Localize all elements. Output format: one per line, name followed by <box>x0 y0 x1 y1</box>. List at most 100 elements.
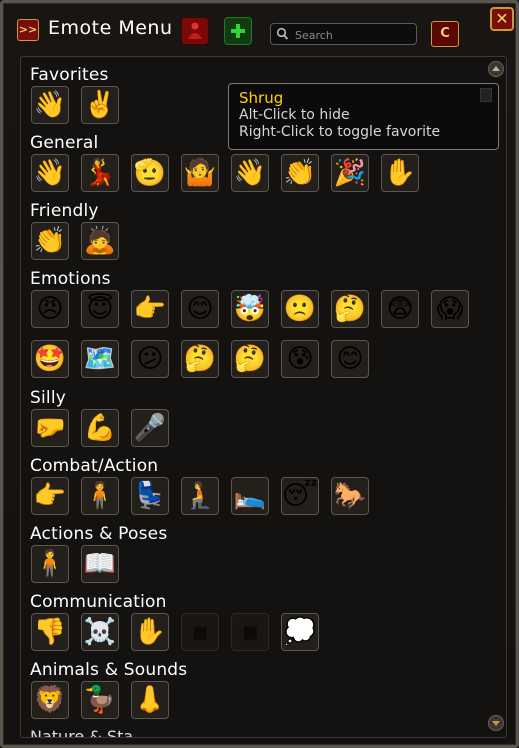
dark-placeholder-icon-emote-button[interactable]: ▪ <box>231 613 269 651</box>
star-struck-emote-button[interactable]: 🤩 <box>31 340 69 378</box>
thinking-face-emoji-icon: 🤔 <box>333 294 367 324</box>
angry-face-emoji-icon: 😠 <box>36 294 64 324</box>
emote-tooltip: Shrug Alt-Click to hide Right-Click to t… <box>228 83 499 150</box>
clapping-hands-emote-button[interactable]: 👏 <box>31 222 69 260</box>
fearful-face-emoji-icon: 😨 <box>386 294 414 324</box>
nose-emote-button[interactable]: 👃 <box>131 681 169 719</box>
tooltip-title: Shrug <box>239 89 284 107</box>
search-box[interactable] <box>270 23 417 45</box>
thumbs-down-emote-button[interactable]: 👎 <box>31 613 69 651</box>
pointing-hand-emote-button[interactable]: 👉 <box>31 477 69 515</box>
seat-emoji-icon: 💺 <box>133 481 167 511</box>
section-title: Silly <box>30 388 67 408</box>
tooltip-line: Right-Click to toggle favorite <box>239 124 441 140</box>
person-standing-emoji-icon: 🧍 <box>33 549 67 579</box>
woman-dancing-emote-button[interactable]: 💃 <box>81 154 119 192</box>
party-popper-emoji-icon: 🎉 <box>333 158 367 188</box>
c-button[interactable]: C <box>431 21 459 47</box>
raised-hand-emoji-icon: ✋ <box>133 617 167 647</box>
bowing-emoji-icon: 🙇 <box>83 226 117 256</box>
horse-emote-button[interactable]: 🐎 <box>331 477 369 515</box>
person-kneeling-emote-button[interactable]: 🧎 <box>181 477 219 515</box>
plus-icon <box>231 24 245 38</box>
waving-hand-emoji-icon: 👋 <box>233 158 267 188</box>
pointing-hand-emote-button[interactable]: 👉 <box>131 290 169 328</box>
section-title: Actions & Poses <box>30 524 168 544</box>
blushing-face-emoji-icon: 😊 <box>336 344 364 374</box>
lion-emote-button[interactable]: 🦁 <box>31 681 69 719</box>
frowning-face-emote-button[interactable]: 🙁 <box>281 290 319 328</box>
saluting-face-emote-button[interactable]: 🫡 <box>131 154 169 192</box>
woman-dancing-emoji-icon: 💃 <box>83 158 117 188</box>
thinking-face-emote-button[interactable]: 🤔 <box>331 290 369 328</box>
close-button[interactable]: ✕ <box>490 7 514 31</box>
menu-toggle-button[interactable]: >> <box>17 19 39 41</box>
scroll-up-button[interactable] <box>488 61 504 77</box>
close-icon: ✕ <box>495 9 509 28</box>
seat-emote-button[interactable]: 💺 <box>131 477 169 515</box>
tooltip-corner <box>480 88 492 102</box>
saluting-face-emoji-icon: 🫡 <box>133 158 167 188</box>
raised-hand-emote-button[interactable]: ✋ <box>131 613 169 651</box>
bowing-emote-button[interactable]: 🙇 <box>81 222 119 260</box>
fist-emote-button[interactable]: 🤛 <box>31 409 69 447</box>
random-emote-button[interactable] <box>181 17 209 45</box>
smiling-face-emote-button[interactable]: 😊 <box>181 290 219 328</box>
dark-placeholder-icon-emote-button[interactable]: ▪ <box>181 613 219 651</box>
halo-face-emote-button[interactable]: 😇 <box>81 290 119 328</box>
confused-face-emote-button[interactable]: 😕 <box>131 340 169 378</box>
world-map-emote-button[interactable]: 🗺️ <box>81 340 119 378</box>
microphone-emoji-icon: 🎤 <box>133 413 167 443</box>
waving-hand-emote-button[interactable]: 👋 <box>31 154 69 192</box>
scroll-down-button[interactable] <box>488 715 504 731</box>
skull-crossbones-emote-button[interactable]: ☠️ <box>81 613 119 651</box>
emote-list-panel[interactable]: Nature & Sta Favorites 👋 ✌️ General 👋 💃 🫡 🤷 👋 👏 🎉 ✋… <box>20 56 507 738</box>
horse-emoji-icon: 🐎 <box>333 481 367 511</box>
dark-placeholder-icon: ▪ <box>191 617 209 647</box>
section-title: Favorites <box>30 65 109 85</box>
thought-balloon-emote-button[interactable]: 💭 <box>281 613 319 651</box>
search-input[interactable] <box>293 25 415 45</box>
exploding-head-emote-button[interactable]: 🤯 <box>231 290 269 328</box>
open-book-emote-button[interactable]: 📖 <box>81 545 119 583</box>
window-title: Emote Menu <box>48 17 173 39</box>
angry-face-emote-button[interactable]: 😠 <box>31 290 69 328</box>
person-standing-emote-button[interactable]: 🧍 <box>81 477 119 515</box>
red-figure-icon <box>188 22 202 39</box>
raised-hand-emote-button[interactable]: ✋ <box>381 154 419 192</box>
duck-emote-button[interactable]: 🦆 <box>81 681 119 719</box>
sleeping-face-emote-button[interactable]: 😴 <box>281 477 319 515</box>
thinking-face-emote-button[interactable]: 🤔 <box>231 340 269 378</box>
cold-sweat-face-emoji-icon: 😰 <box>286 344 314 374</box>
flexed-biceps-emote-button[interactable]: 💪 <box>81 409 119 447</box>
section-title-cutoff: Nature & Sta <box>30 727 134 738</box>
microphone-emote-button[interactable]: 🎤 <box>131 409 169 447</box>
section-title: Emotions <box>30 269 111 289</box>
person-standing-emote-button[interactable]: 🧍 <box>31 545 69 583</box>
exploding-head-emoji-icon: 🤯 <box>233 294 267 324</box>
cold-sweat-face-emote-button[interactable]: 😰 <box>281 340 319 378</box>
clapping-hands-emote-button[interactable]: 👏 <box>281 154 319 192</box>
screaming-face-emote-button[interactable]: 😱 <box>431 290 469 328</box>
blushing-face-emote-button[interactable]: 😊 <box>331 340 369 378</box>
waving-hand-emote-button[interactable]: 👋 <box>31 86 69 124</box>
section-title: Friendly <box>30 201 99 221</box>
section-title: Combat/Action <box>30 456 159 476</box>
frowning-face-emoji-icon: 🙁 <box>283 294 317 324</box>
thinking-face-emoji-icon: 🤔 <box>233 344 267 374</box>
skull-crossbones-emoji-icon: ☠️ <box>83 617 117 647</box>
add-emote-button[interactable] <box>224 17 252 45</box>
party-popper-emote-button[interactable]: 🎉 <box>331 154 369 192</box>
victory-hand-emote-button[interactable]: ✌️ <box>81 86 119 124</box>
screaming-face-emoji-icon: 😱 <box>436 294 464 324</box>
fearful-face-emote-button[interactable]: 😨 <box>381 290 419 328</box>
person-shrugging-emote-button[interactable]: 🤷 <box>181 154 219 192</box>
thumbs-down-emoji-icon: 👎 <box>33 617 67 647</box>
duck-emoji-icon: 🦆 <box>83 685 117 715</box>
tooltip-line: Alt-Click to hide <box>239 107 350 123</box>
halo-face-emoji-icon: 😇 <box>86 294 114 324</box>
bed-emote-button[interactable]: 🛌 <box>231 477 269 515</box>
waving-hand-emote-button[interactable]: 👋 <box>231 154 269 192</box>
thinking-face-emote-button[interactable]: 🤔 <box>181 340 219 378</box>
person-kneeling-emoji-icon: 🧎 <box>183 481 217 511</box>
